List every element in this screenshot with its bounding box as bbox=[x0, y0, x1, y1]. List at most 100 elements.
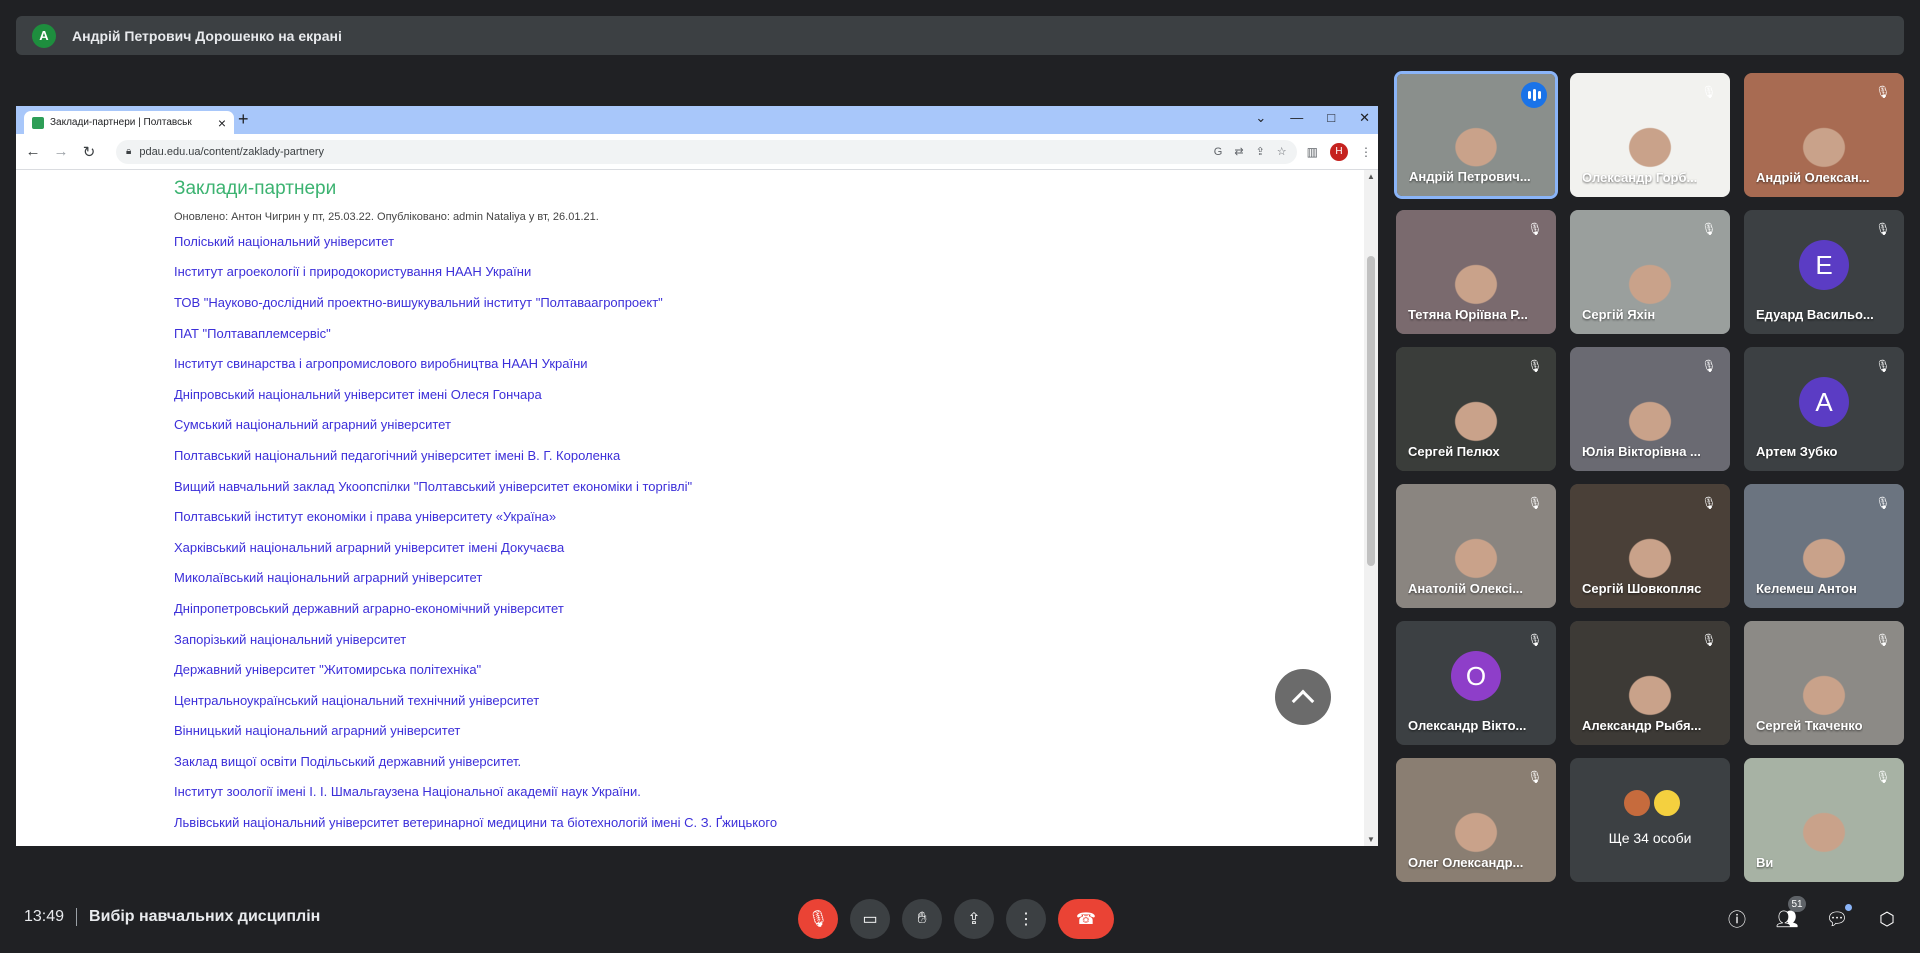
reload-icon[interactable]: ↻ bbox=[78, 143, 100, 161]
participant-tile[interactable]: Ще 34 особи bbox=[1570, 758, 1730, 882]
raise-hand-button[interactable]: ✋︎ bbox=[902, 899, 942, 939]
present-button[interactable]: ⇪ bbox=[954, 899, 994, 939]
scroll-down-icon[interactable]: ▼ bbox=[1367, 835, 1375, 844]
profile-avatar[interactable]: Н bbox=[1330, 142, 1348, 161]
share-icon[interactable]: ⇪ bbox=[1256, 145, 1265, 158]
browser-tabbar: Заклади-партнери | Полтавськ × + ⌄ — □ ✕ bbox=[16, 106, 1378, 134]
browser-tab[interactable]: Заклади-партнери | Полтавськ × bbox=[24, 111, 234, 134]
back-icon[interactable]: ← bbox=[22, 143, 44, 160]
more-avatars bbox=[1622, 788, 1682, 818]
meeting-name[interactable]: Вибір навчальних дисциплін bbox=[89, 908, 320, 926]
scroll-up-icon[interactable]: ▲ bbox=[1367, 172, 1375, 181]
partner-link[interactable]: Миколаївський національний аграрний унів… bbox=[174, 563, 777, 594]
partner-link[interactable]: Сумський національний аграрний університ… bbox=[174, 410, 777, 441]
partner-link[interactable]: Вінницький національний аграрний універс… bbox=[174, 716, 777, 747]
partner-link[interactable]: Полтавський інститут економіки і права у… bbox=[174, 501, 777, 532]
partner-link[interactable]: Полтавський національний педагогічний ун… bbox=[174, 440, 777, 471]
participant-tile[interactable]: Сергій Шовкопляс 🎙︎ bbox=[1570, 484, 1730, 608]
participant-tile[interactable]: Александр Рыбя... 🎙︎ bbox=[1570, 621, 1730, 745]
browser-toolbar: ← → ↻ 🔒︎ pdau.edu.ua/content/zaklady-par… bbox=[16, 134, 1378, 170]
mic-muted-icon: 🎙︎ bbox=[1701, 359, 1717, 373]
leave-call-button[interactable]: ☎︎ bbox=[1058, 899, 1114, 939]
participant-tile[interactable]: Келемеш Антон 🎙︎ bbox=[1744, 484, 1904, 608]
close-tab-icon[interactable]: × bbox=[218, 115, 226, 131]
participant-tile[interactable]: E Едуард Васильо... 🎙︎ bbox=[1744, 210, 1904, 334]
present-icon: ⇪ bbox=[967, 911, 981, 928]
side-panel-icon[interactable]: ▥ bbox=[1307, 145, 1318, 159]
partner-link[interactable]: Дніпровський національний університет ім… bbox=[174, 379, 777, 410]
call-controls: 🎙︎ ▭ ✋︎ ⇪ ⋮ ☎︎ bbox=[798, 899, 1114, 939]
page-title: Заклади-партнери bbox=[174, 178, 337, 199]
partner-link[interactable]: Інститут агроекології і природокористува… bbox=[174, 257, 777, 288]
mini-avatar bbox=[1622, 788, 1652, 818]
meeting-details-button[interactable]: ⓘ bbox=[1724, 906, 1750, 932]
partner-link[interactable]: Вищий навчальний заклад Укоопспілки "Пол… bbox=[174, 471, 777, 502]
participant-tile[interactable]: Андрій Петрович... bbox=[1394, 71, 1558, 199]
chat-button[interactable]: 💬︎ bbox=[1824, 904, 1852, 932]
participant-tile[interactable]: Ви 🎙︎ bbox=[1744, 758, 1904, 882]
participant-tile[interactable]: Олександр Горб... 🎙︎ bbox=[1570, 73, 1730, 197]
google-icon[interactable]: G bbox=[1214, 146, 1223, 158]
partner-link[interactable]: Інститут зоології імені І. І. Шмальгаузе… bbox=[174, 777, 777, 808]
mic-muted-icon: 🎙︎ bbox=[1875, 222, 1891, 236]
partner-link[interactable]: ПАТ "Полтаваплемсервіс" bbox=[174, 318, 777, 349]
mic-muted-icon: 🎙︎ bbox=[1875, 85, 1891, 99]
bookmark-star-icon[interactable]: ☆ bbox=[1277, 145, 1287, 158]
presenting-banner: A Андрій Петрович Дорошенко на екрані bbox=[16, 16, 1904, 55]
web-page: Заклади-партнери Оновлено: Антон Чигрин … bbox=[16, 170, 1364, 846]
participant-tile[interactable]: Анатолій Олексі... 🎙︎ bbox=[1396, 484, 1556, 608]
mic-muted-icon: 🎙︎ bbox=[1875, 633, 1891, 647]
partner-link[interactable]: ТОВ "Науково-дослідний проектно-вишукува… bbox=[174, 287, 777, 318]
maximize-icon[interactable]: □ bbox=[1327, 110, 1335, 126]
participant-name: Сергій Яхін bbox=[1582, 307, 1656, 322]
participant-avatar: E bbox=[1799, 240, 1849, 290]
partner-link[interactable]: Запорізький національний університет bbox=[174, 624, 777, 655]
partner-link[interactable]: Поліський національний університет bbox=[174, 226, 777, 257]
camera-icon: ▭ bbox=[862, 911, 878, 928]
activities-button[interactable]: ⬡ bbox=[1874, 906, 1900, 932]
partner-link[interactable]: Заклад вищої освіти Подільський державни… bbox=[174, 746, 777, 777]
address-bar[interactable]: 🔒︎ pdau.edu.ua/content/zaklady-partnery … bbox=[116, 139, 1297, 164]
participant-name: Едуард Васильо... bbox=[1756, 307, 1874, 322]
minimize-icon[interactable]: — bbox=[1290, 110, 1303, 126]
mic-muted-icon: 🎙︎ bbox=[1701, 85, 1717, 99]
partner-link[interactable]: Львівський національний університет вете… bbox=[174, 807, 777, 838]
browser-menu-icon[interactable]: ⋮ bbox=[1360, 145, 1372, 159]
camera-button[interactable]: ▭ bbox=[850, 899, 890, 939]
participant-tile[interactable]: Олег Олександр... 🎙︎ bbox=[1396, 758, 1556, 882]
partner-link[interactable]: Державний університет "Житомирська політ… bbox=[174, 654, 777, 685]
mic-off-button[interactable]: 🎙︎ bbox=[798, 899, 838, 939]
participant-tile[interactable]: Юлія Вікторівна ... 🎙︎ bbox=[1570, 347, 1730, 471]
tab-search-icon[interactable]: ⌄ bbox=[1255, 110, 1266, 126]
more-options-button[interactable]: ⋮ bbox=[1006, 899, 1046, 939]
participant-tile[interactable]: Сергей Пелюх 🎙︎ bbox=[1396, 347, 1556, 471]
tab-title: Заклади-партнери | Полтавськ bbox=[50, 117, 192, 128]
info-icon: ⓘ bbox=[1728, 910, 1746, 930]
side-controls: ⓘ 👥︎ 51 💬︎ ⬡ bbox=[1724, 896, 1900, 932]
participant-tile[interactable]: Тетяна Юріївна Р... 🎙︎ bbox=[1396, 210, 1556, 334]
forward-icon[interactable]: → bbox=[50, 143, 72, 160]
scroll-to-top-button[interactable] bbox=[1275, 669, 1331, 725]
partner-link[interactable]: Харківський національний аграрний універ… bbox=[174, 532, 777, 563]
partner-link[interactable]: Дніпропетровський державний аграрно-екон… bbox=[174, 593, 777, 624]
chevron-up-icon bbox=[1291, 689, 1315, 713]
participant-tile[interactable]: O Олександр Вікто... 🎙︎ bbox=[1396, 621, 1556, 745]
participant-tile[interactable]: Сергей Ткаченко 🎙︎ bbox=[1744, 621, 1904, 745]
participant-tile[interactable]: Андрій Олексан... 🎙︎ bbox=[1744, 73, 1904, 197]
close-window-icon[interactable]: ✕ bbox=[1359, 110, 1370, 126]
phone-end-icon: ☎︎ bbox=[1076, 911, 1096, 928]
scrollbar-thumb[interactable] bbox=[1367, 256, 1375, 566]
partner-link[interactable]: Центральноукраїнський національний техні… bbox=[174, 685, 777, 716]
new-tab-icon[interactable]: + bbox=[238, 109, 249, 130]
partner-link[interactable]: Інститут свинарства і агропромислового в… bbox=[174, 348, 777, 379]
people-count-badge: 51 bbox=[1788, 896, 1806, 912]
translate-icon[interactable]: ⇄ bbox=[1234, 145, 1243, 158]
participant-name: Сергей Ткаченко bbox=[1756, 718, 1863, 733]
presenter-avatar: A bbox=[32, 23, 56, 48]
participant-tile[interactable]: A Артем Зубко 🎙︎ bbox=[1744, 347, 1904, 471]
more-participants-label: Ще 34 особи bbox=[1608, 830, 1692, 846]
people-button[interactable]: 👥︎ 51 bbox=[1774, 896, 1806, 932]
url-text: pdau.edu.ua/content/zaklady-partnery bbox=[139, 145, 325, 158]
participant-tile[interactable]: Сергій Яхін 🎙︎ bbox=[1570, 210, 1730, 334]
page-scrollbar[interactable]: ▲ ▼ bbox=[1364, 170, 1378, 846]
